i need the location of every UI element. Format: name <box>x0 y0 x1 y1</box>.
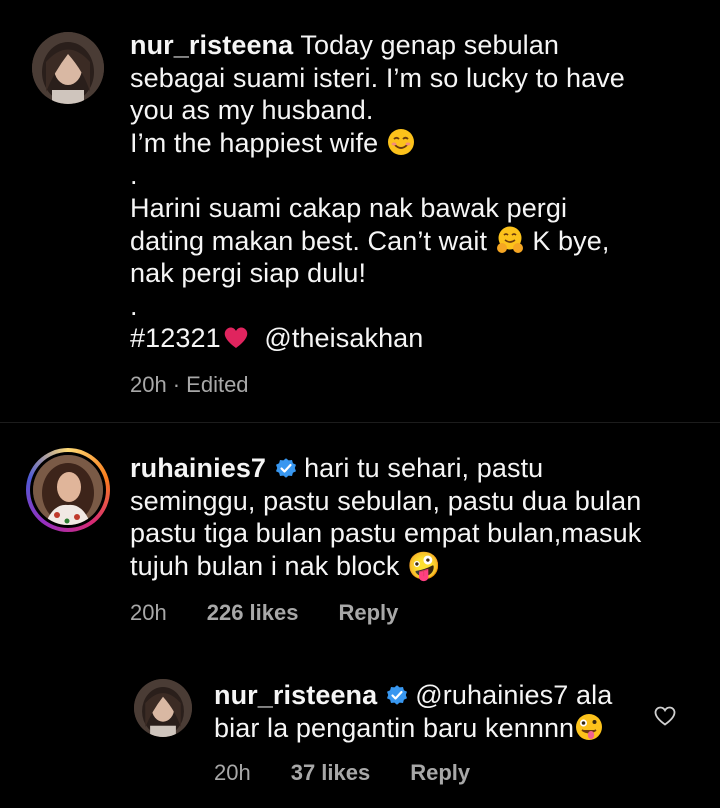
caption-line: . <box>130 160 138 191</box>
reply-line: @ruhainies7 ala <box>415 680 613 710</box>
reply-meta: 20h 37 likes Reply <box>214 760 510 786</box>
comment-line: hari tu sehari, pastu <box>304 453 544 483</box>
comment-likes[interactable]: 226 likes <box>207 600 299 625</box>
comment-time: 20h <box>130 600 167 625</box>
caption-line: sebagai suami isteri. I’m so lucky to ha… <box>130 62 625 93</box>
caption-line: nak pergi siap dulu! <box>130 258 367 289</box>
caption-line: I’m the happiest wife <box>130 127 379 158</box>
avatar-reply-author[interactable] <box>134 679 192 737</box>
caption-line: . <box>130 290 138 321</box>
reply-likes[interactable]: 37 likes <box>291 760 371 785</box>
reply-line: biar la pengantin baru kennnn <box>214 712 575 743</box>
comment-meta: 20h 226 likes Reply <box>130 600 438 626</box>
red-heart-emoji <box>224 327 247 349</box>
comment-text: ruhainies7 hari tu sehari, pastu semingg… <box>130 452 641 582</box>
reply-button[interactable]: Reply <box>410 760 470 785</box>
zany-face-emoji <box>576 713 603 740</box>
mention-link[interactable]: @theisakhan <box>264 323 423 353</box>
hashtag-link[interactable]: #12321 <box>130 323 221 353</box>
caption-line: Today genap sebulan <box>300 30 560 60</box>
avatar-commenter <box>33 455 103 525</box>
reply-time: 20h <box>214 760 251 785</box>
caption-divider <box>0 422 720 423</box>
verified-badge-icon <box>387 685 408 705</box>
hugging-face-emoji <box>496 226 523 253</box>
caption-line: dating makan best. Can’t wait <box>130 225 488 256</box>
smiling-face-emoji <box>387 128 414 155</box>
caption-line: you as my husband. <box>130 95 374 126</box>
post-caption: nur_risteena Today genap sebulan sebagai… <box>130 29 625 355</box>
post-meta: 20h · Edited <box>130 372 289 398</box>
post-time: 20h <box>130 372 167 397</box>
post-edited-label: · Edited <box>172 372 249 397</box>
caption-line: Harini suami cakap nak bawak pergi <box>130 192 568 223</box>
reply-button[interactable]: Reply <box>338 600 398 625</box>
heart-outline-icon[interactable] <box>653 704 677 728</box>
comment-line: seminggu, pastu sebulan, pastu dua bulan <box>130 485 642 516</box>
comment-line: pastu tiga bulan pastu empat bulan,masuk <box>130 518 642 549</box>
post-author-username[interactable]: nur_risteena <box>130 30 293 60</box>
caption-line: K bye, <box>532 225 610 256</box>
reply-text: nur_risteena @ruhainies7 ala biar la pen… <box>214 679 612 744</box>
story-ring[interactable] <box>26 448 110 532</box>
avatar-post-author[interactable] <box>32 32 104 104</box>
reply-author-username[interactable]: nur_risteena <box>214 680 377 710</box>
verified-badge-icon <box>276 458 297 478</box>
comment-line: tujuh bulan i nak block 🤪 <box>130 550 441 581</box>
commenter-username[interactable]: ruhainies7 <box>130 453 266 483</box>
